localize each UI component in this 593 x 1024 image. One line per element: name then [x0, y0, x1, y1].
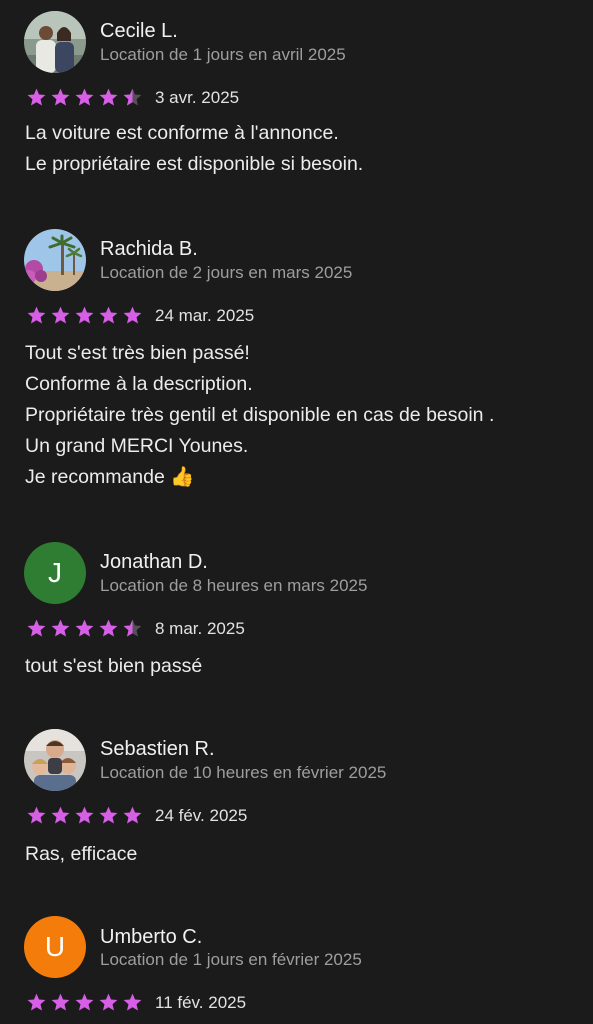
avatar-photo: [24, 729, 86, 791]
review-comment: tout s'est bien passé: [25, 651, 202, 682]
avatar[interactable]: U: [24, 916, 86, 978]
rental-duration: Location de 1 jours en février 2025: [100, 950, 362, 969]
star-full-icon: [99, 806, 118, 824]
star-full-icon: [27, 993, 46, 1011]
star-full-icon: [51, 619, 70, 637]
avatar[interactable]: [24, 229, 86, 291]
reviewer-name: Jonathan D.: [100, 551, 208, 573]
comment-line: Un grand MERCI Younes.: [25, 435, 249, 457]
avatar-initial: U: [44, 931, 66, 962]
star-full-icon: [75, 993, 94, 1011]
review-date: 24 mar. 2025: [155, 306, 255, 325]
star-full-icon: [99, 306, 118, 324]
star-full-icon: [51, 88, 70, 106]
star-full-icon: [51, 806, 70, 824]
review-date: 3 avr. 2025: [155, 88, 240, 107]
star-full-icon: [75, 619, 94, 637]
comment-line: La voiture est conforme à l'annonce.: [25, 122, 339, 144]
star-rating: [26, 87, 143, 109]
reviewer-name: Umberto C.: [100, 926, 203, 948]
review-comment: Ras, efficace: [25, 839, 137, 870]
star-full-icon: [123, 306, 142, 324]
star-full-icon: [123, 993, 142, 1011]
star-full-icon: [27, 306, 46, 324]
review-date: 11 fév. 2025: [155, 993, 247, 1012]
reviewer-name: Cecile L.: [100, 20, 178, 42]
rental-duration: Location de 10 heures en février 2025: [100, 763, 387, 782]
review-date: 24 fév. 2025: [155, 806, 248, 825]
star-rating: [26, 618, 143, 640]
review-date: 8 mar. 2025: [155, 619, 245, 638]
comment-line: Propriétaire très gentil et disponible e…: [25, 404, 495, 426]
comment-line: Tout s'est très bien passé!: [25, 342, 250, 364]
comment-line: Je recommande 👍: [25, 466, 195, 488]
comment-line: Ras, efficace: [25, 843, 138, 865]
star-full-icon: [75, 306, 94, 324]
avatar[interactable]: [24, 729, 86, 791]
star-full-icon: [51, 993, 70, 1011]
star-half-icon: [123, 88, 142, 106]
star-full-icon: [27, 619, 46, 637]
reviewer-name: Sebastien R.: [100, 738, 215, 760]
star-full-icon: [99, 993, 118, 1011]
star-full-icon: [123, 806, 142, 824]
avatar-initial: J: [48, 557, 62, 588]
star-full-icon: [75, 88, 94, 106]
star-full-icon: [99, 619, 118, 637]
avatar[interactable]: J: [24, 542, 86, 604]
star-full-icon: [99, 88, 118, 106]
rental-duration: Location de 2 jours en mars 2025: [100, 263, 353, 282]
star-full-icon: [75, 806, 94, 824]
avatar-photo: [24, 11, 86, 73]
comment-line: tout s'est bien passé: [25, 655, 203, 677]
star-rating: [26, 992, 143, 1014]
star-rating: [26, 805, 143, 827]
star-half-icon: [123, 619, 142, 637]
rental-duration: Location de 1 jours en avril 2025: [100, 45, 346, 64]
star-full-icon: [51, 306, 70, 324]
reviewer-name: Rachida B.: [100, 238, 198, 260]
comment-line: Le propriétaire est disponible si besoin…: [25, 153, 364, 175]
star-full-icon: [27, 806, 46, 824]
rental-duration: Location de 8 heures en mars 2025: [100, 576, 368, 595]
avatar[interactable]: [24, 11, 86, 73]
avatar-photo: [24, 229, 86, 291]
star-full-icon: [27, 88, 46, 106]
star-rating: [26, 305, 143, 327]
review-comment: Tout s'est très bien passé! Conforme à l…: [25, 338, 494, 493]
comment-line: Conforme à la description.: [25, 373, 253, 395]
review-comment: La voiture est conforme à l'annonce. Le …: [25, 118, 363, 180]
